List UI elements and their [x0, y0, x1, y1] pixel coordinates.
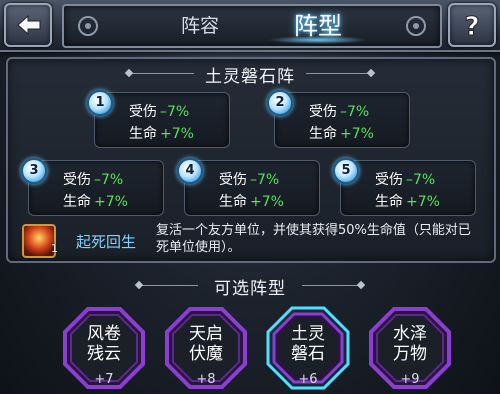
stat-value: +7%	[160, 126, 194, 142]
stat-label: 受伤	[219, 172, 247, 188]
position-slot-1[interactable]: 1 受伤 –7% 生命 +7%	[87, 90, 230, 148]
stat-value: –7%	[250, 172, 280, 188]
formation-option-count: +8	[196, 372, 216, 387]
stat-value: –7%	[94, 172, 124, 188]
tab-selected-glow	[268, 36, 368, 44]
formation-option-tuling[interactable]: 土灵 磐石 +6	[266, 306, 350, 390]
ornament-icon	[78, 16, 98, 36]
position-slot-4[interactable]: 4 受伤 –7% 生命 +7%	[177, 158, 320, 216]
formation-option-count: +6	[298, 372, 318, 387]
stat-label: 生命	[129, 126, 157, 142]
available-formations-title: 可选阵型	[214, 279, 286, 299]
position-slot-2[interactable]: 2 受伤 –7% 生命 +7%	[267, 90, 410, 148]
stat-value: +7%	[250, 194, 284, 210]
help-icon: ?	[464, 12, 480, 43]
tab-bar: 阵容 阵型	[62, 4, 442, 48]
slot-number-badge: 3	[21, 158, 47, 184]
formation-option-name: 水泽 万物	[393, 324, 427, 364]
back-button[interactable]	[4, 3, 52, 47]
help-button[interactable]: ?	[448, 3, 496, 47]
slot-number-badge: 5	[333, 158, 359, 184]
formation-option-shuize[interactable]: 水泽 万物 +9	[368, 306, 452, 390]
formation-option-fengjuan[interactable]: 风卷 残云 +7	[62, 306, 146, 390]
stat-value: –7%	[406, 172, 436, 188]
skill-name: 起死回生	[76, 233, 137, 251]
formation-option-count: +7	[94, 372, 114, 387]
formation-option-tianqi[interactable]: 天启 伏魔 +8	[164, 306, 248, 390]
slot-number-badge: 2	[267, 90, 293, 116]
formation-option-name: 天启 伏魔	[189, 324, 223, 364]
stat-label: 受伤	[129, 104, 157, 120]
skill-level: 1	[51, 242, 58, 255]
back-arrow-icon	[17, 14, 41, 36]
formation-title: 土灵磐石阵	[205, 67, 295, 87]
stat-label: 生命	[219, 194, 247, 210]
stat-label: 生命	[375, 194, 403, 210]
ornament-icon	[406, 16, 426, 36]
stat-value: +7%	[94, 194, 128, 210]
stat-value: +7%	[340, 126, 374, 142]
stat-value: –7%	[160, 104, 190, 120]
top-bar: 阵容 阵型 ?	[0, 0, 500, 52]
slot-number-badge: 1	[87, 90, 113, 116]
slot-number-badge: 4	[177, 158, 203, 184]
svg-text:?: ?	[464, 12, 479, 42]
formation-option-name: 风卷 残云	[87, 324, 121, 364]
formation-option-name: 土灵 磐石	[291, 324, 325, 364]
stat-label: 受伤	[309, 104, 337, 120]
stat-value: +7%	[406, 194, 440, 210]
stat-label: 受伤	[63, 172, 91, 188]
stat-label: 生命	[309, 126, 337, 142]
tab-lineup[interactable]: 阵容	[160, 6, 240, 46]
stat-label: 受伤	[375, 172, 403, 188]
stat-value: –7%	[340, 104, 370, 120]
stat-label: 生命	[63, 194, 91, 210]
skill-description: 复活一个友方单位，并使其获得50%生命值（只能对已死单位使用）。	[156, 223, 471, 255]
formation-option-count: +9	[400, 372, 420, 387]
position-slot-5[interactable]: 5 受伤 –7% 生命 +7%	[333, 158, 476, 216]
position-slot-3[interactable]: 3 受伤 –7% 生命 +7%	[21, 158, 164, 216]
